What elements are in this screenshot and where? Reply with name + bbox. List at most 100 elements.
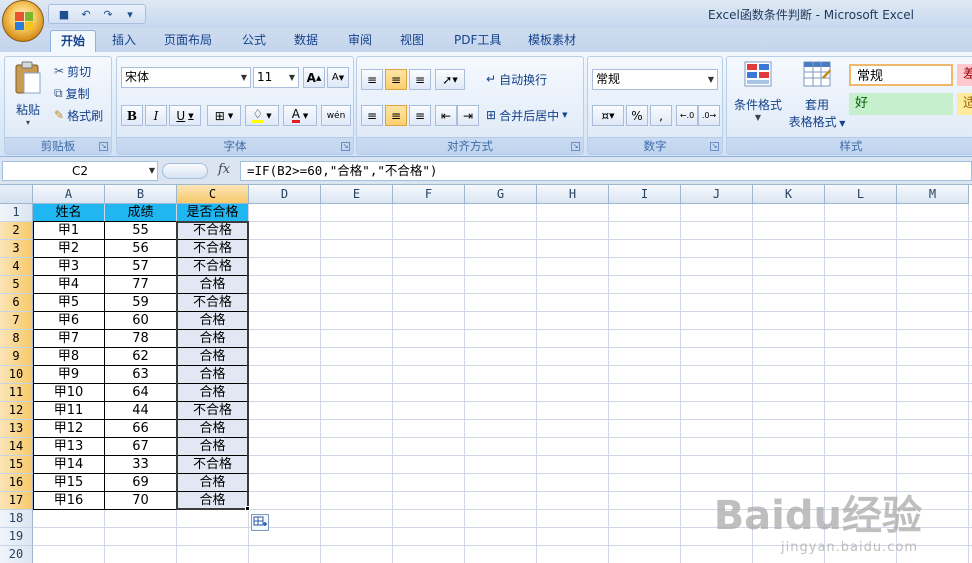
grow-font-button[interactable]: A ▲ bbox=[303, 67, 325, 88]
select-all-corner[interactable] bbox=[0, 185, 33, 204]
tab-templates[interactable]: 模板素材 bbox=[518, 30, 586, 52]
format-painter-button[interactable]: ✎ 格式刷 bbox=[51, 105, 106, 125]
align-middle-button[interactable]: ≡ bbox=[385, 69, 407, 90]
currency-button[interactable]: ¤ ▼ bbox=[592, 105, 624, 126]
number-format-combo[interactable]: 常规 ▼ bbox=[592, 69, 718, 90]
format-as-table-button[interactable]: 套用 表格格式 ▼ bbox=[785, 59, 849, 133]
align-center-button[interactable]: ≡ bbox=[385, 105, 407, 126]
alignment-launcher-icon[interactable]: ↘ bbox=[571, 142, 580, 151]
row-header[interactable]: 1 bbox=[0, 204, 33, 222]
column-header[interactable]: L bbox=[825, 185, 897, 204]
font-launcher-icon[interactable]: ↘ bbox=[341, 142, 350, 151]
auto-fill-options-icon[interactable] bbox=[251, 514, 269, 531]
office-button[interactable] bbox=[2, 0, 44, 42]
tab-view[interactable]: 视图 bbox=[390, 30, 434, 52]
row-header[interactable]: 5 bbox=[0, 276, 33, 294]
align-left-button[interactable]: ≡ bbox=[361, 105, 383, 126]
orientation-button[interactable]: ➚ ▼ bbox=[435, 69, 465, 90]
tab-home[interactable]: 开始 bbox=[50, 30, 97, 52]
row-header[interactable]: 9 bbox=[0, 348, 33, 366]
style-good[interactable]: 好 bbox=[849, 93, 953, 115]
row-header[interactable]: 2 bbox=[0, 222, 33, 240]
row-header[interactable]: 13 bbox=[0, 420, 33, 438]
formula-input[interactable]: =IF(B2>=60,"合格","不合格") bbox=[240, 161, 972, 181]
column-header[interactable]: C bbox=[177, 185, 249, 204]
font-name-combo[interactable]: 宋体 ▼ bbox=[121, 67, 251, 88]
style-bad[interactable]: 差 bbox=[957, 64, 972, 86]
align-top-button[interactable]: ≡ bbox=[361, 69, 383, 90]
row-header[interactable]: 16 bbox=[0, 474, 33, 492]
column-header[interactable]: H bbox=[537, 185, 609, 204]
column-header[interactable]: M bbox=[897, 185, 969, 204]
customize-qat-icon[interactable]: ▾ bbox=[121, 6, 139, 22]
column-header[interactable]: K bbox=[753, 185, 825, 204]
tab-formulas[interactable]: 公式 bbox=[232, 30, 276, 52]
tab-review[interactable]: 审阅 bbox=[338, 30, 382, 52]
row-header[interactable]: 4 bbox=[0, 258, 33, 276]
row-header[interactable]: 11 bbox=[0, 384, 33, 402]
fill-handle[interactable] bbox=[245, 506, 250, 511]
column-header[interactable]: F bbox=[393, 185, 465, 204]
wrap-text-button[interactable]: ↵ 自动换行 bbox=[483, 69, 550, 89]
comma-button[interactable]: , bbox=[650, 105, 672, 126]
font-color-button[interactable]: A ▼ bbox=[283, 105, 317, 126]
redo-icon[interactable]: ↷ bbox=[99, 6, 117, 22]
cut-button[interactable]: ✂ 剪切 bbox=[51, 61, 94, 81]
tab-insert[interactable]: 插入 bbox=[102, 30, 146, 52]
column-header[interactable]: G bbox=[465, 185, 537, 204]
save-icon[interactable]: ■ bbox=[55, 6, 73, 22]
borders-button[interactable]: ⊞ ▼ bbox=[207, 105, 241, 126]
row-header[interactable]: 7 bbox=[0, 312, 33, 330]
font-size-combo[interactable]: 11 ▼ bbox=[253, 67, 299, 88]
row-header[interactable]: 3 bbox=[0, 240, 33, 258]
column-header[interactable]: A bbox=[33, 185, 105, 204]
shrink-font-button[interactable]: A ▼ bbox=[327, 67, 349, 88]
undo-icon[interactable]: ↶ bbox=[77, 6, 95, 22]
copy-button[interactable]: ⧉ 复制 bbox=[51, 83, 93, 103]
row-header[interactable]: 19 bbox=[0, 528, 33, 546]
decrease-decimal-button[interactable]: .0→ bbox=[698, 105, 720, 126]
column-header[interactable]: D bbox=[249, 185, 321, 204]
number-launcher-icon[interactable]: ↘ bbox=[710, 142, 719, 151]
percent-button[interactable]: % bbox=[626, 105, 648, 126]
merge-center-button[interactable]: ⊞ 合并后居中 ▼ bbox=[483, 105, 570, 125]
row-header[interactable]: 12 bbox=[0, 402, 33, 420]
column-header[interactable]: I bbox=[609, 185, 681, 204]
decrease-indent-button[interactable]: ⇤ bbox=[435, 105, 457, 126]
align-right-button[interactable]: ≡ bbox=[409, 105, 431, 126]
row-header[interactable]: 20 bbox=[0, 546, 33, 563]
column-header[interactable]: E bbox=[321, 185, 393, 204]
italic-button[interactable]: I bbox=[145, 105, 167, 126]
row-header[interactable]: 10 bbox=[0, 366, 33, 384]
conditional-formatting-button[interactable]: 条件格式 ▼ bbox=[731, 59, 785, 133]
bold-button[interactable]: B bbox=[121, 105, 143, 126]
row-header[interactable]: 6 bbox=[0, 294, 33, 312]
row-header[interactable]: 15 bbox=[0, 456, 33, 474]
row-header[interactable]: 18 bbox=[0, 510, 33, 528]
row-header[interactable]: 17 bbox=[0, 492, 33, 510]
underline-button[interactable]: U ▼ bbox=[169, 105, 201, 126]
increase-decimal-button[interactable]: ←.0 bbox=[676, 105, 698, 126]
column-header[interactable]: J bbox=[681, 185, 753, 204]
formula-bar-handle[interactable] bbox=[162, 163, 208, 179]
phonetic-button[interactable]: wén bbox=[321, 105, 351, 126]
row-header[interactable]: 14 bbox=[0, 438, 33, 456]
column-header[interactable]: B bbox=[105, 185, 177, 204]
style-normal[interactable]: 常规 bbox=[849, 64, 953, 86]
header-cell[interactable]: 成绩 bbox=[105, 204, 176, 222]
row-header[interactable]: 8 bbox=[0, 330, 33, 348]
insert-function-icon[interactable]: fx bbox=[218, 162, 230, 177]
clipboard-launcher-icon[interactable]: ↘ bbox=[99, 142, 108, 151]
tab-pdf-tools[interactable]: PDF工具 bbox=[444, 30, 511, 52]
tab-page-layout[interactable]: 页面布局 bbox=[154, 30, 222, 52]
header-cell[interactable]: 是否合格 bbox=[177, 204, 248, 222]
name-box[interactable]: C2 ▼ bbox=[2, 161, 158, 181]
tab-data[interactable]: 数据 bbox=[284, 30, 328, 52]
style-neutral[interactable]: 适 bbox=[957, 93, 972, 115]
align-bottom-button[interactable]: ≡ bbox=[409, 69, 431, 90]
header-cell[interactable]: 姓名 bbox=[33, 204, 104, 222]
increase-indent-button[interactable]: ⇥ bbox=[457, 105, 479, 126]
fill-color-button[interactable]: ♢ ▼ bbox=[245, 105, 279, 126]
paste-button[interactable]: 粘贴 ▾ bbox=[11, 61, 45, 133]
paste-dropdown-icon[interactable]: ▾ bbox=[11, 118, 45, 127]
